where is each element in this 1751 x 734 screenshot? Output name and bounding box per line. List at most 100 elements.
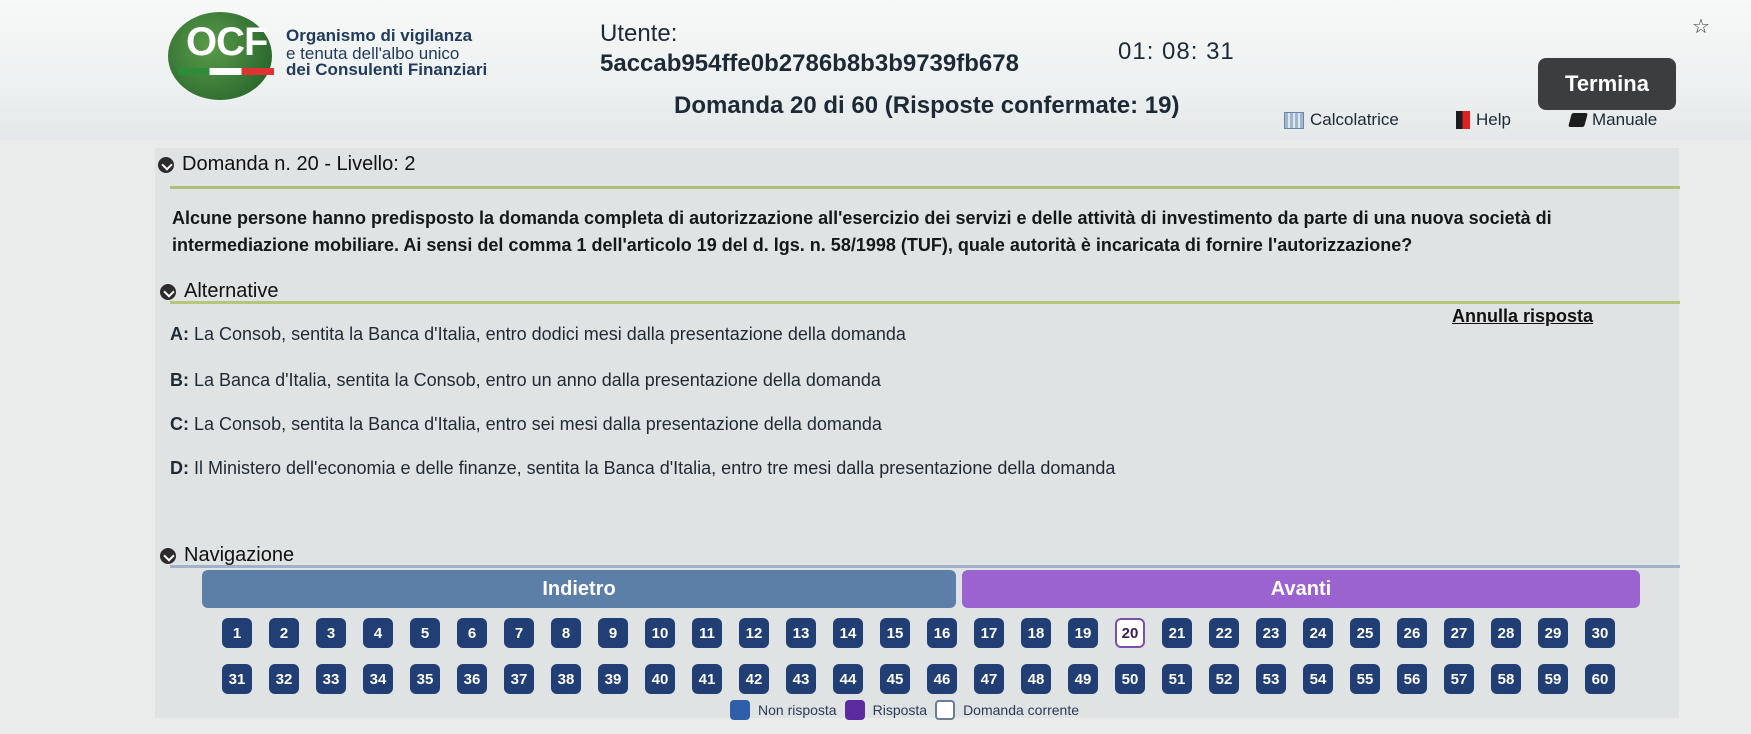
navigation-legend: Non risposta Risposta Domanda corrente — [730, 700, 1079, 720]
question-number-19[interactable]: 19 — [1068, 618, 1098, 648]
question-number-35[interactable]: 35 — [410, 664, 440, 694]
question-number-14[interactable]: 14 — [833, 618, 863, 648]
question-number-20[interactable]: 20 — [1115, 618, 1145, 648]
question-number-41[interactable]: 41 — [692, 664, 722, 694]
question-number-25[interactable]: 25 — [1350, 618, 1380, 648]
option-b[interactable]: B: La Banca d'Italia, sentita la Consob,… — [170, 370, 881, 391]
question-number-11[interactable]: 11 — [692, 618, 722, 648]
avanti-button[interactable]: Avanti — [962, 570, 1640, 608]
question-number-7[interactable]: 7 — [504, 618, 534, 648]
option-d[interactable]: D: Il Ministero dell'economia e delle fi… — [170, 458, 1115, 479]
current-swatch — [935, 700, 956, 720]
user-id: 5accab954ffe0b2786b8b3b9739fb678 — [600, 50, 1019, 77]
calculator-link[interactable]: Calcolatrice — [1284, 110, 1399, 130]
check-circle-icon — [160, 283, 176, 300]
bookmark-star-icon[interactable]: ☆ — [1692, 14, 1710, 39]
option-a[interactable]: A: La Consob, sentita la Banca d'Italia,… — [170, 324, 906, 345]
question-number-23[interactable]: 23 — [1256, 618, 1286, 648]
question-number-31[interactable]: 31 — [222, 664, 252, 694]
option-c[interactable]: C: La Consob, sentita la Banca d'Italia,… — [170, 414, 882, 435]
question-number-26[interactable]: 26 — [1397, 618, 1427, 648]
question-number-49[interactable]: 49 — [1068, 664, 1098, 694]
question-number-1[interactable]: 1 — [222, 618, 252, 648]
question-number-30[interactable]: 30 — [1585, 618, 1615, 648]
question-number-40[interactable]: 40 — [645, 664, 675, 694]
question-number-22[interactable]: 22 — [1209, 618, 1239, 648]
question-number-28[interactable]: 28 — [1491, 618, 1521, 648]
question-number-27[interactable]: 27 — [1444, 618, 1474, 648]
question-number-18[interactable]: 18 — [1021, 618, 1051, 648]
question-number-12[interactable]: 12 — [739, 618, 769, 648]
question-progress: Domanda 20 di 60 (Risposte confermate: 1… — [674, 92, 1180, 119]
question-number-24[interactable]: 24 — [1303, 618, 1333, 648]
question-number-45[interactable]: 45 — [880, 664, 910, 694]
question-number-36[interactable]: 36 — [457, 664, 487, 694]
question-number-8[interactable]: 8 — [551, 618, 581, 648]
alternatives-title: Alternative — [184, 280, 279, 302]
question-number-15[interactable]: 15 — [880, 618, 910, 648]
manual-link[interactable]: Manuale — [1568, 110, 1658, 130]
logo-text: OCF — [186, 20, 268, 64]
question-number-3[interactable]: 3 — [316, 618, 346, 648]
option-letter: A: — [170, 324, 189, 344]
alternatives-header: Alternative — [160, 280, 279, 303]
help-icon — [1456, 111, 1470, 129]
question-number-16[interactable]: 16 — [927, 618, 957, 648]
question-number-38[interactable]: 38 — [551, 664, 581, 694]
question-header: Domanda n. 20 - Livello: 2 — [158, 153, 415, 176]
user-label: Utente: — [600, 20, 678, 47]
question-number-6[interactable]: 6 — [457, 618, 487, 648]
question-number-47[interactable]: 47 — [974, 664, 1004, 694]
question-number-10[interactable]: 10 — [645, 618, 675, 648]
question-number-9[interactable]: 9 — [598, 618, 628, 648]
question-number-37[interactable]: 37 — [504, 664, 534, 694]
question-number-51[interactable]: 51 — [1162, 664, 1192, 694]
question-number-44[interactable]: 44 — [833, 664, 863, 694]
navigation-title: Navigazione — [184, 544, 295, 566]
help-label: Help — [1476, 110, 1511, 129]
question-number-5[interactable]: 5 — [410, 618, 440, 648]
question-number-55[interactable]: 55 — [1350, 664, 1380, 694]
question-number-13[interactable]: 13 — [786, 618, 816, 648]
option-text: La Consob, sentita la Banca d'Italia, en… — [194, 414, 882, 434]
question-number-54[interactable]: 54 — [1303, 664, 1333, 694]
navigation-header: Navigazione — [160, 544, 294, 567]
question-number-29[interactable]: 29 — [1538, 618, 1568, 648]
question-number-34[interactable]: 34 — [363, 664, 393, 694]
manual-icon — [1568, 113, 1588, 127]
question-number-50[interactable]: 50 — [1115, 664, 1145, 694]
indietro-button[interactable]: Indietro — [202, 570, 956, 608]
question-number-4[interactable]: 4 — [363, 618, 393, 648]
question-number-57[interactable]: 57 — [1444, 664, 1474, 694]
answered-swatch — [844, 700, 865, 720]
termina-button[interactable]: Termina — [1538, 58, 1676, 110]
question-number-2[interactable]: 2 — [269, 618, 299, 648]
question-number-59[interactable]: 59 — [1538, 664, 1568, 694]
question-title: Domanda n. 20 - Livello: 2 — [182, 153, 416, 175]
legend-not-answered: Non risposta — [758, 702, 837, 718]
help-link[interactable]: Help — [1456, 110, 1511, 130]
question-number-58[interactable]: 58 — [1491, 664, 1521, 694]
question-number-39[interactable]: 39 — [598, 664, 628, 694]
question-number-33[interactable]: 33 — [316, 664, 346, 694]
manual-label: Manuale — [1592, 110, 1658, 129]
question-number-43[interactable]: 43 — [786, 664, 816, 694]
question-number-17[interactable]: 17 — [974, 618, 1004, 648]
calculator-label: Calcolatrice — [1310, 110, 1399, 129]
question-number-53[interactable]: 53 — [1256, 664, 1286, 694]
option-letter: D: — [170, 458, 189, 478]
option-text: Il Ministero dell'economia e delle finan… — [194, 458, 1116, 478]
alternatives-divider — [170, 301, 1680, 304]
question-number-21[interactable]: 21 — [1162, 618, 1192, 648]
question-number-32[interactable]: 32 — [269, 664, 299, 694]
question-number-56[interactable]: 56 — [1397, 664, 1427, 694]
question-number-46[interactable]: 46 — [927, 664, 957, 694]
question-number-60[interactable]: 60 — [1585, 664, 1615, 694]
question-grid: 1 2 3 4 5 6 7 8 9 10 11 12 13 14 15 16 17 18 19 20 21 22 23 24 2… — [222, 618, 1622, 710]
legend-answered: Risposta — [872, 702, 928, 718]
question-number-42[interactable]: 42 — [739, 664, 769, 694]
question-number-48[interactable]: 48 — [1021, 664, 1051, 694]
annulla-risposta-link[interactable]: Annulla risposta — [1452, 306, 1593, 327]
question-number-52[interactable]: 52 — [1209, 664, 1239, 694]
exam-timer: 01: 08: 31 — [1118, 38, 1235, 65]
